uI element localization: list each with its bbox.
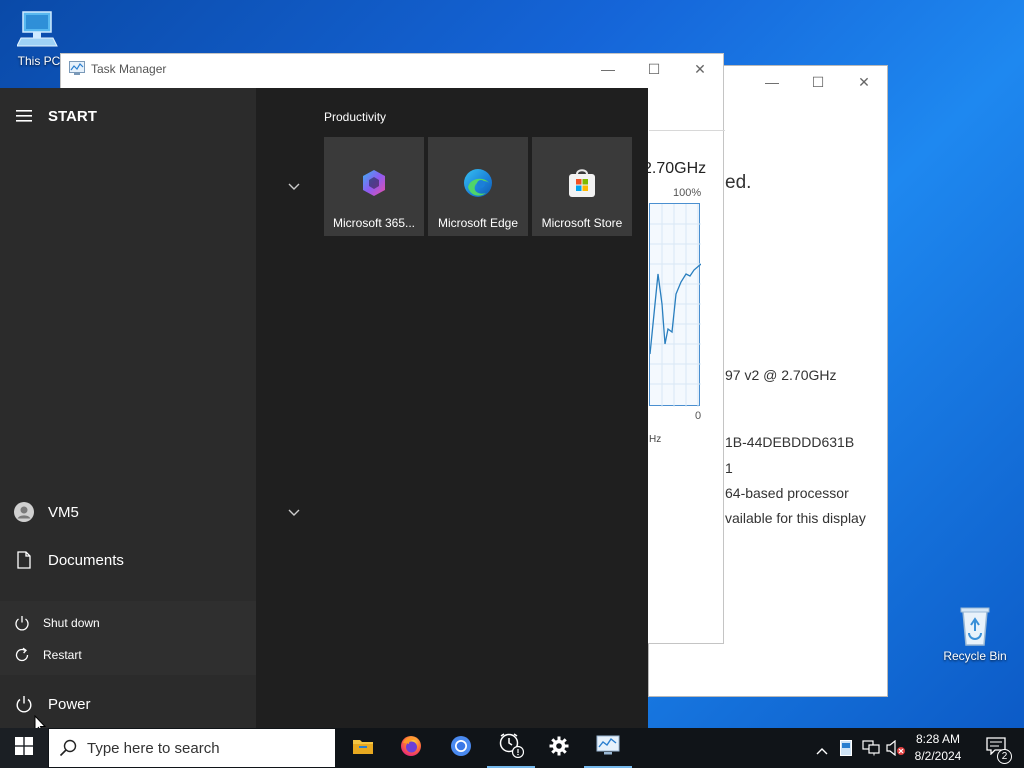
start-button[interactable] <box>0 728 48 768</box>
hamburger-icon[interactable] <box>0 110 48 122</box>
restart-icon <box>0 647 43 663</box>
maximize-button[interactable]: ☐ <box>795 66 841 98</box>
start-title: START <box>48 107 97 125</box>
divider <box>649 130 725 131</box>
clock-time: 8:28 AM <box>915 732 961 746</box>
minimize-button[interactable]: — <box>585 54 631 84</box>
desktop-icon-recycle-bin[interactable]: Recycle Bin <box>937 603 1013 663</box>
tile-microsoft-store[interactable]: Microsoft Store <box>532 137 632 236</box>
collapse-chevron-icon[interactable] <box>288 504 300 522</box>
graph-max-label: 100% <box>673 187 702 199</box>
task-manager-icon <box>596 735 620 760</box>
restart-option[interactable]: Restart <box>0 639 256 671</box>
taskbar-alarms-clock[interactable] <box>487 728 535 768</box>
collapse-chevron-icon[interactable] <box>288 178 300 196</box>
power-submenu: Shut down Restart <box>0 601 256 675</box>
start-menu-left-pane: START VM5 Documents Shut down Restart Po… <box>0 88 256 728</box>
tile-label: Microsoft Store <box>541 216 623 230</box>
tile-microsoft-edge[interactable]: Microsoft Edge <box>428 137 528 236</box>
start-header[interactable]: START <box>0 100 256 132</box>
tile-group-title: Productivity <box>324 110 387 124</box>
tile-label: Microsoft Edge <box>437 216 519 230</box>
alarms-clock-icon <box>498 732 525 763</box>
close-button[interactable]: ✕ <box>841 66 887 98</box>
graph-min-label: 0 <box>695 410 702 422</box>
windows-logo-icon <box>15 736 33 760</box>
document-icon <box>0 551 48 569</box>
shut-down-option[interactable]: Shut down <box>0 607 256 639</box>
cpu-graph <box>649 203 702 407</box>
search-placeholder: Type here to search <box>87 739 220 757</box>
action-center-button[interactable]: 2 <box>976 728 1016 768</box>
storage-tray-icon[interactable] <box>840 740 852 761</box>
user-name: VM5 <box>48 503 79 521</box>
volume-muted-tray-icon[interactable] <box>886 739 906 761</box>
window-text: 1B-44DEBDDD631B <box>725 434 855 450</box>
documents-button[interactable]: Documents <box>0 536 256 584</box>
avatar <box>0 502 48 522</box>
window-title: Task Manager <box>91 62 167 76</box>
window-text: 1 <box>725 460 733 476</box>
store-icon <box>566 167 598 199</box>
computer-icon <box>16 8 61 52</box>
taskbar-chrome[interactable] <box>437 728 485 768</box>
tile-label: Microsoft 365... <box>332 216 416 230</box>
power-icon <box>0 695 48 713</box>
window-controls: — ☐ ✕ <box>585 54 723 84</box>
maximize-button[interactable]: ☐ <box>631 54 677 84</box>
edge-icon <box>462 167 494 199</box>
window-text: 64-based processor <box>725 485 849 501</box>
cpu-speed-label: 2.70GHz <box>643 160 707 177</box>
close-button[interactable]: ✕ <box>677 54 723 84</box>
clock-date: 8/2/2024 <box>914 749 962 763</box>
graph-note: Hz <box>649 434 662 445</box>
taskbar-task-manager[interactable] <box>584 728 632 768</box>
desktop-icon-label: Recycle Bin <box>943 649 1007 663</box>
microsoft-365-icon <box>358 167 390 199</box>
clock[interactable]: 8:28 AM 8/2/2024 <box>906 732 970 763</box>
taskbar-settings[interactable] <box>535 728 583 768</box>
tile-microsoft-365[interactable]: Microsoft 365... <box>324 137 424 236</box>
minimize-button[interactable]: — <box>749 66 795 98</box>
documents-label: Documents <box>48 551 124 569</box>
start-menu-tiles-pane: Productivity Microsoft 365... Microsoft … <box>256 88 648 728</box>
power-label: Power <box>48 695 91 713</box>
file-explorer-icon <box>352 737 374 760</box>
search-box[interactable]: Type here to search <box>49 729 335 767</box>
window-text: 97 v2 @ 2.70GHz <box>725 367 837 383</box>
taskbar-file-explorer[interactable] <box>339 728 387 768</box>
window-text: vailable for this display <box>725 510 866 526</box>
show-hidden-icons-chevron-icon[interactable] <box>816 742 828 760</box>
task-manager-app-icon <box>69 60 85 78</box>
search-icon <box>49 739 87 757</box>
power-icon <box>0 615 43 631</box>
window-text: ed. <box>725 172 752 193</box>
network-tray-icon[interactable] <box>862 740 880 761</box>
recycle-bin-icon <box>953 603 997 647</box>
firefox-icon <box>400 735 422 762</box>
settings-icon <box>549 736 569 761</box>
notification-badge: 2 <box>997 748 1012 764</box>
restart-label: Restart <box>43 648 82 662</box>
taskbar-firefox[interactable] <box>387 728 435 768</box>
notification-icon: 2 <box>986 736 1012 764</box>
taskbar: Type here to search 8:28 AM 8/2/2024 2 <box>0 728 1024 768</box>
chrome-icon <box>450 735 472 762</box>
user-account-button[interactable]: VM5 <box>0 488 256 536</box>
start-menu: START VM5 Documents Shut down Restart Po… <box>0 88 648 728</box>
window-controls: — ☐ ✕ <box>749 66 887 98</box>
desktop-icon-label: This PC <box>17 54 61 68</box>
shut-down-label: Shut down <box>43 616 100 630</box>
